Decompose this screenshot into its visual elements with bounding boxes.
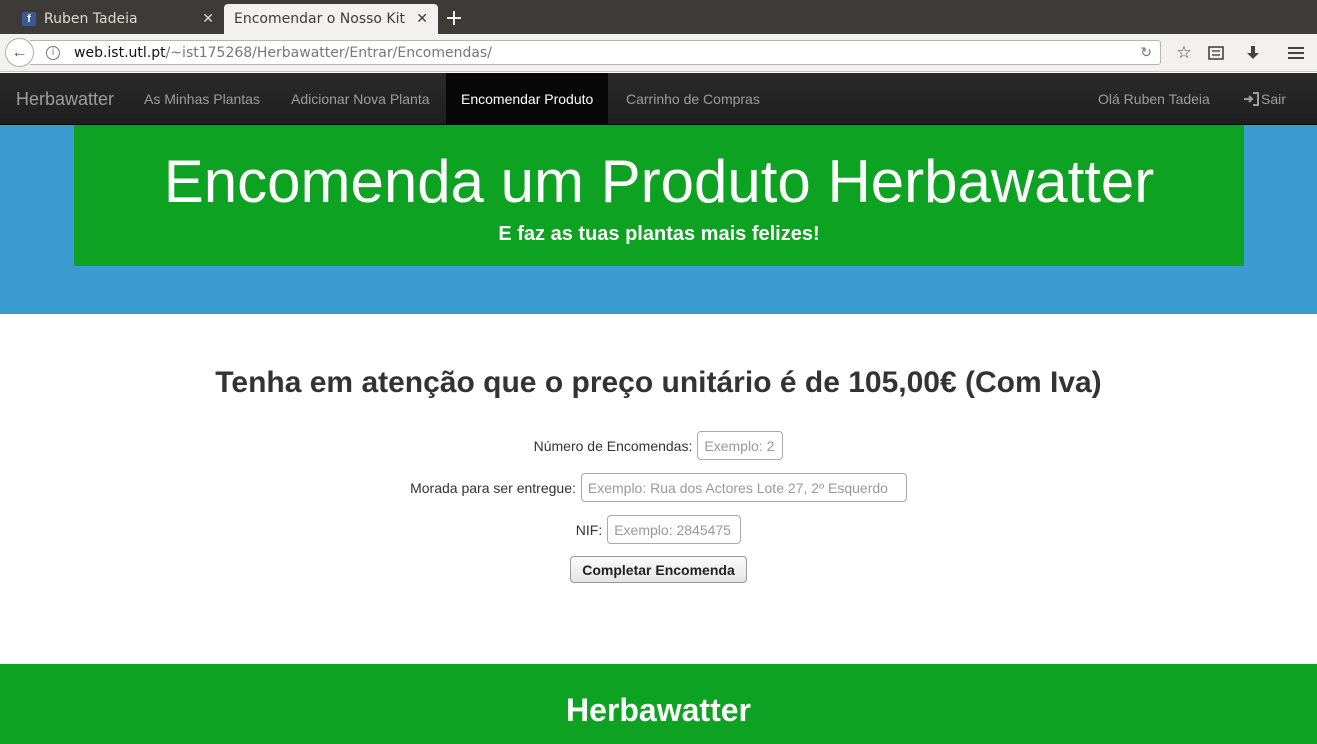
nif-row: NIF: [0, 515, 1317, 544]
browser-tab-strip: f Ruben Tadeia ✕ Encomendar o Nosso Kit … [0, 0, 1317, 34]
nav-link-carrinho[interactable]: Carrinho de Compras [611, 73, 775, 124]
browser-tab-active[interactable]: Encomendar o Nosso Kit ✕ [224, 4, 438, 34]
hero-jumbotron: Encomenda um Produto Herbawatter E faz a… [74, 125, 1244, 266]
hero-subtitle: E faz as tuas plantas mais felizes! [498, 223, 820, 245]
site-footer: Herbawatter [0, 664, 1317, 744]
nav-link-minhas-plantas[interactable]: As Minhas Plantas [129, 73, 275, 124]
back-arrow-icon: ← [11, 43, 28, 61]
site-info-icon[interactable]: i [46, 45, 60, 60]
new-tab-button[interactable]: + [442, 4, 466, 32]
quantity-input[interactable] [697, 431, 784, 460]
reload-icon[interactable]: ↻ [1140, 44, 1152, 61]
reading-list-icon[interactable] [1205, 42, 1227, 64]
download-icon[interactable] [1242, 42, 1264, 64]
nav-greeting[interactable]: Olá Ruben Tadeia [1083, 73, 1225, 124]
sign-out-icon [1244, 91, 1259, 106]
navbar-brand[interactable]: Herbawatter [16, 89, 114, 110]
quantity-row: Número de Encomendas: [0, 431, 1317, 460]
close-tab-icon[interactable]: ✕ [202, 11, 214, 27]
tab-title: Encomendar o Nosso Kit [234, 11, 405, 27]
address-bar[interactable]: i web.ist.utl.pt/~ist175268/Herbawatter/… [30, 40, 1161, 65]
nav-link-adicionar-planta[interactable]: Adicionar Nova Planta [276, 73, 445, 124]
quantity-label: Número de Encomendas: [533, 437, 693, 454]
tab-title: Ruben Tadeia [44, 11, 138, 27]
complete-order-button[interactable]: Completar Encomenda [570, 556, 747, 583]
address-label: Morada para ser entregue: [410, 479, 576, 496]
price-notice: Tenha em atenção que o preço unitário é … [215, 366, 1102, 399]
url-text: web.ist.utl.pt/~ist175268/Herbawatter/En… [74, 45, 492, 61]
site-navbar: Herbawatter As Minhas Plantas Adicionar … [0, 73, 1317, 125]
address-input[interactable] [580, 473, 907, 502]
footer-title: Herbawatter [566, 692, 751, 728]
nif-label: NIF: [575, 521, 603, 538]
browser-tab-facebook[interactable]: f Ruben Tadeia ✕ [12, 4, 224, 34]
url-path: /~ist175268/Herbawatter/Entrar/Encomenda… [165, 44, 492, 61]
facebook-icon: f [22, 12, 36, 26]
nav-link-encomendar-produto[interactable]: Encomendar Produto [446, 73, 609, 124]
nif-input[interactable] [607, 515, 742, 544]
bookmark-star-icon[interactable]: ☆ [1173, 42, 1195, 64]
address-row: Morada para ser entregue: [0, 473, 1317, 502]
browser-toolbar: i web.ist.utl.pt/~ist175268/Herbawatter/… [0, 34, 1317, 72]
hero-title: Encomenda um Produto Herbawatter [163, 148, 1155, 215]
menu-hamburger-icon[interactable] [1285, 42, 1307, 64]
back-button[interactable]: ← [5, 38, 34, 67]
logout-label: Sair [1261, 90, 1286, 107]
logout-link[interactable]: Sair [1228, 73, 1301, 124]
url-host: web.ist.utl.pt [74, 44, 166, 61]
close-tab-icon[interactable]: ✕ [416, 11, 428, 27]
